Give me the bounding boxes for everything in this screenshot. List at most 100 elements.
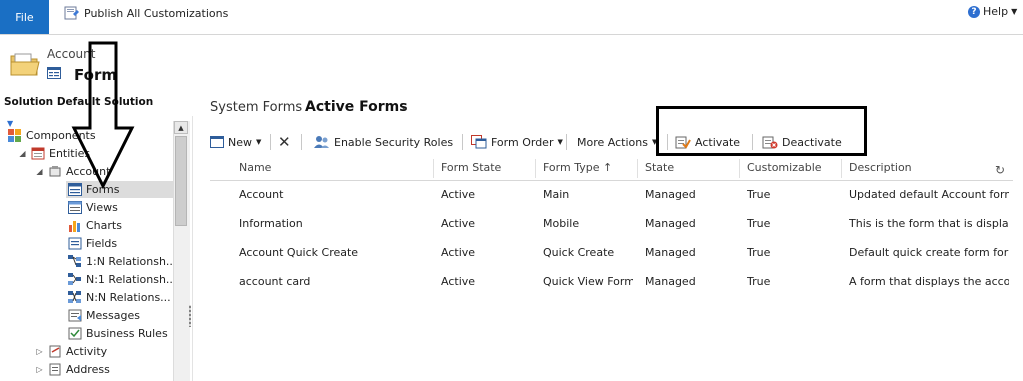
publish-label: Publish All Customizations: [84, 6, 229, 20]
cell-description: Updated default Account form.: [849, 188, 1009, 201]
cell-name[interactable]: Account: [239, 188, 429, 201]
more-actions-button[interactable]: More Actions ▼: [577, 133, 657, 151]
column-divider: [637, 159, 638, 178]
sidebar-item-label: Fields: [86, 237, 118, 250]
sidebar-item-business-rules[interactable]: Business Rules: [68, 325, 168, 342]
cell-form-state: Active: [441, 275, 476, 288]
messages-icon: [68, 309, 82, 322]
cell-description: Default quick create form for Ac: [849, 246, 1009, 259]
toolbar-separator: [566, 134, 567, 150]
more-actions-label: More Actions: [577, 135, 648, 149]
collapsed-icon: ▷: [36, 365, 43, 374]
view-label: System Forms: [210, 100, 303, 115]
chevron-down-icon: ▼: [557, 138, 563, 146]
form-icon: [47, 67, 61, 79]
cell-customizable: True: [747, 188, 771, 201]
sidebar-item-charts[interactable]: Charts: [68, 217, 122, 234]
cell-name[interactable]: account card: [239, 275, 429, 288]
new-form-icon: [210, 136, 224, 148]
collapsed-icon: ▷: [36, 347, 43, 356]
column-header-form-type[interactable]: Form Type ↑: [543, 161, 612, 174]
sidebar-item-nn-relationships[interactable]: N:N Relations...: [68, 289, 171, 306]
components-icon: [8, 129, 21, 142]
cell-description: A form that displays the account: [849, 275, 1009, 288]
cell-form-state: Active: [441, 188, 476, 201]
relationship-icon: [68, 255, 81, 267]
sidebar-item-label: Address: [66, 363, 110, 376]
entities-icon: [31, 147, 45, 160]
chart-icon: [69, 221, 80, 232]
cell-form-type: Main: [543, 188, 570, 201]
column-divider: [841, 159, 842, 178]
enable-security-roles-button[interactable]: Enable Security Roles: [314, 133, 453, 151]
column-header-name[interactable]: Name: [239, 161, 271, 174]
sidebar-item-label: 1:N Relationsh...: [86, 255, 177, 268]
cell-name[interactable]: Account Quick Create: [239, 246, 429, 259]
toolbar-separator: [270, 134, 271, 150]
scroll-thumb[interactable]: [175, 136, 187, 226]
form-order-icon: [471, 135, 487, 149]
sidebar-item-label: Charts: [86, 219, 122, 232]
chevron-down-icon: ▼: [1011, 7, 1018, 16]
address-icon: [49, 363, 61, 376]
cell-name[interactable]: Information: [239, 217, 429, 230]
sidebar-item-messages[interactable]: Messages: [68, 307, 140, 324]
form-order-label: Form Order: [491, 135, 554, 149]
column-divider: [535, 159, 536, 178]
enable-security-label: Enable Security Roles: [334, 135, 454, 149]
splitter-grip[interactable]: [189, 305, 191, 327]
cell-form-type: Mobile: [543, 217, 580, 230]
sidebar-item-label: Messages: [86, 309, 140, 322]
view-selector[interactable]: Active Forms: [305, 99, 408, 115]
sidebar-item-1n-relationships[interactable]: 1:N Relationsh...: [68, 253, 176, 270]
folder-icon: [10, 53, 40, 76]
chevron-down-icon[interactable]: ⌄: [400, 100, 409, 113]
sidebar-item-address[interactable]: ▷ Address: [35, 361, 110, 378]
relationship-icon: [68, 273, 81, 285]
column-divider: [433, 159, 434, 178]
column-divider: [739, 159, 740, 178]
publish-all-button[interactable]: Publish All Customizations: [64, 4, 228, 22]
scroll-up-icon[interactable]: ▲: [174, 121, 188, 134]
cell-customizable: True: [747, 246, 771, 259]
sidebar-item-label: Business Rules: [86, 327, 168, 340]
column-header-description[interactable]: Description: [849, 161, 912, 174]
publish-icon: [64, 6, 79, 20]
sidebar-item-label: Views: [86, 201, 118, 214]
cell-customizable: True: [747, 275, 771, 288]
sidebar-item-fields[interactable]: Fields: [68, 235, 117, 252]
sidebar-item-label: N:1 Relationsh...: [86, 273, 177, 286]
annotation-arrow: [71, 41, 135, 190]
sidebar-item-n1-relationships[interactable]: N:1 Relationsh...: [68, 271, 176, 288]
sidebar-item-views[interactable]: Views: [68, 199, 118, 216]
column-header-state[interactable]: State: [645, 161, 674, 174]
new-button[interactable]: New ▼: [210, 133, 261, 151]
relationship-icon: [68, 291, 81, 303]
activity-icon: [49, 345, 61, 358]
cell-state: Managed: [645, 275, 696, 288]
column-header-customizable[interactable]: Customizable: [747, 161, 822, 174]
form-order-button[interactable]: Form Order ▼: [471, 133, 563, 151]
toolbar-separator: [301, 134, 302, 150]
delete-icon[interactable]: ✕: [278, 133, 291, 151]
security-roles-icon: [314, 136, 329, 148]
cell-state: Managed: [645, 188, 696, 201]
refresh-icon[interactable]: ↻: [995, 163, 1005, 177]
help-button[interactable]: ? Help ▼: [968, 5, 1017, 18]
cell-form-type: Quick View Form: [543, 275, 633, 288]
column-header-form-state[interactable]: Form State: [441, 161, 501, 174]
sidebar-item-label: Activity: [66, 345, 108, 358]
cell-form-state: Active: [441, 246, 476, 259]
help-label: Help: [983, 5, 1009, 18]
file-tab-button[interactable]: File: [0, 0, 49, 34]
cell-customizable: True: [747, 217, 771, 230]
cell-state: Managed: [645, 246, 696, 259]
expanded-icon: ◢: [36, 167, 43, 176]
views-icon: [68, 201, 82, 214]
nav-divider: [192, 116, 193, 381]
sidebar-item-activity[interactable]: ▷ Activity: [35, 343, 107, 360]
account-entity-icon: [49, 166, 61, 177]
cell-form-type: Quick Create: [543, 246, 615, 259]
fields-icon: [68, 237, 82, 250]
chevron-down-icon: ▼: [256, 138, 262, 146]
